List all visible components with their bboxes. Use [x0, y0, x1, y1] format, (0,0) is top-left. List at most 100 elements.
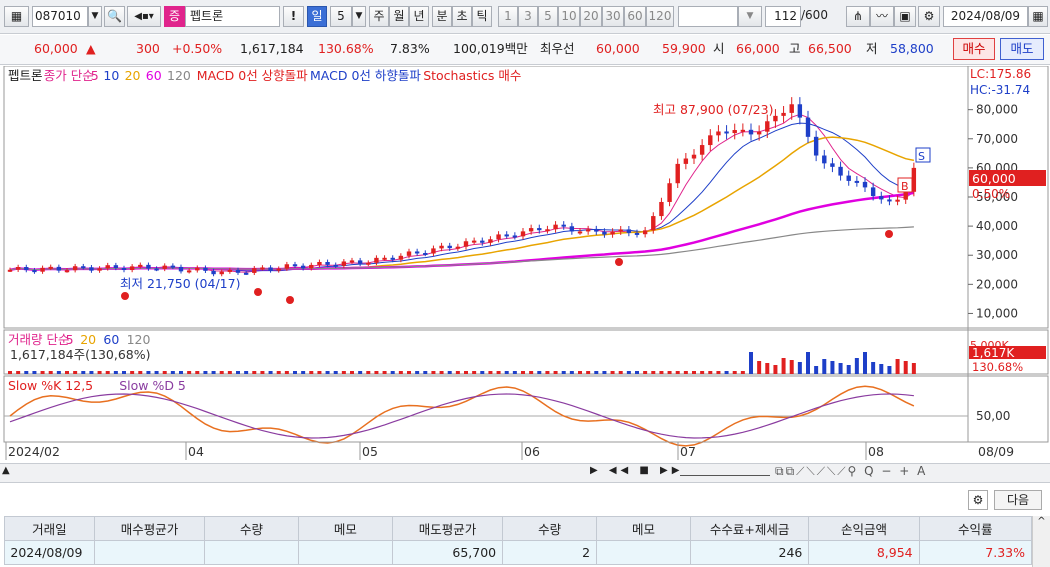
candle — [789, 104, 794, 113]
buy-button[interactable]: 매수 — [953, 38, 995, 60]
col-header-7[interactable]: 수수료+제세금 — [689, 516, 810, 541]
tick-dropdown-icon[interactable]: ▼ — [738, 6, 762, 27]
volume-bar — [830, 361, 835, 374]
code-dropdown-icon[interactable]: ▼ — [88, 6, 102, 27]
indicator-icon[interactable]: ⋔ — [846, 6, 870, 27]
volume-bar — [244, 371, 249, 374]
volume-bar — [716, 371, 721, 374]
candle — [32, 270, 37, 273]
candle — [496, 234, 501, 240]
volume-bar — [24, 371, 29, 374]
x-tick-label: 04 — [188, 444, 204, 459]
volume-bar — [618, 371, 623, 374]
trade-history-table: 거래일 매수평균가 수량 메모 매도평균가 수량 메모 수수료+제세금 손익금액 수익률 2024… — [4, 516, 1033, 565]
candle — [748, 129, 754, 135]
cell-0: 2024/08/09 — [4, 540, 95, 565]
collapse-icon[interactable]: ▲ — [2, 465, 10, 476]
tick-5[interactable]: 5 — [538, 6, 558, 27]
volume-bar — [309, 371, 314, 374]
volume-bar — [521, 371, 525, 374]
volume-bar — [626, 371, 631, 374]
chart-area[interactable]: 10,000 20,000 30,000 40,000 50,000 60,000 70,0… — [0, 66, 1050, 462]
volume-bar — [740, 371, 745, 374]
signal-dot — [615, 258, 623, 266]
tick-30[interactable]: 30 — [602, 6, 624, 27]
cell-1 — [93, 540, 206, 565]
volume-bar — [911, 363, 916, 374]
candle — [569, 226, 575, 232]
period-minute[interactable]: 분 — [432, 6, 452, 27]
candle — [659, 201, 664, 217]
candle — [822, 155, 827, 164]
search-icon[interactable]: 🔍 — [104, 6, 125, 27]
code-input[interactable]: 087010 — [32, 6, 88, 27]
period-day-tab[interactable]: 일 — [307, 6, 327, 27]
tick-20[interactable]: 20 — [580, 6, 602, 27]
alert-button[interactable]: ! — [283, 6, 304, 27]
draw-icon[interactable]: 〰 — [870, 6, 894, 27]
volume-bar — [643, 371, 648, 374]
drawing-tools-icon[interactable]: ⧉⧉⟋⟍⟋⟍⟋⚲ Q − + A — [775, 464, 927, 479]
period-dropdown-icon[interactable]: ▼ — [352, 6, 366, 27]
period-num[interactable]: 5 — [330, 6, 352, 27]
col-header-6[interactable]: 메모 — [596, 516, 691, 541]
tick-1[interactable]: 1 — [498, 6, 518, 27]
stock-name[interactable]: 펩트론 — [185, 6, 280, 27]
next-button[interactable]: 다음 — [994, 490, 1042, 510]
candle — [447, 245, 452, 249]
candle — [349, 260, 355, 263]
col-header-3[interactable]: 메모 — [297, 516, 393, 541]
menu-icon[interactable]: ▦ — [4, 6, 29, 27]
col-header-4[interactable]: 매도평균가 — [391, 516, 504, 541]
candle — [276, 268, 281, 271]
period-month[interactable]: 월 — [389, 6, 409, 27]
volume-bar — [480, 371, 485, 374]
date-input[interactable]: 2024/08/09 — [943, 6, 1028, 27]
period-week[interactable]: 주 — [369, 6, 389, 27]
col-header-9[interactable]: 수익률 — [918, 516, 1033, 541]
col-header-1[interactable]: 매수평균가 — [93, 516, 206, 541]
count-input[interactable]: 112 — [765, 6, 801, 27]
tick-custom-input[interactable] — [678, 6, 738, 27]
gear-icon[interactable]: ⚙ — [918, 6, 940, 27]
playback-controls[interactable]: ▶ ◀◀ ■ ▶▶ — [590, 465, 683, 476]
volume-bar — [635, 371, 639, 374]
zoom-slider[interactable] — [680, 466, 770, 476]
candle — [414, 251, 420, 254]
save-icon[interactable]: ▣ — [894, 6, 916, 27]
tick-120[interactable]: 120 — [646, 6, 674, 27]
volume-bar — [447, 371, 452, 374]
candle — [439, 245, 444, 249]
sound-icon[interactable]: ◀▪▾ — [127, 6, 161, 27]
tick-10[interactable]: 10 — [558, 6, 580, 27]
calendar-icon[interactable]: ▦ — [1028, 6, 1048, 27]
x-tick-label: 2024/02 — [8, 444, 60, 459]
volume-bar — [203, 371, 208, 374]
sell-button[interactable]: 매도 — [1000, 38, 1044, 60]
volume-bar — [227, 371, 232, 374]
lc-label: LC:175.86 — [970, 67, 1031, 81]
price-change-pct: +0.50% — [172, 41, 223, 56]
legend-item: 10 — [103, 68, 119, 83]
col-header-2[interactable]: 수량 — [204, 516, 299, 541]
period-second[interactable]: 초 — [452, 6, 472, 27]
scrollbar[interactable]: ^ — [1032, 516, 1050, 567]
period-tick[interactable]: 틱 — [472, 6, 492, 27]
col-header-0[interactable]: 거래일 — [4, 516, 95, 541]
volume-bar — [871, 362, 876, 374]
volume-bar — [814, 366, 819, 374]
volume-bar — [187, 371, 192, 374]
period-year[interactable]: 년 — [409, 6, 429, 27]
tick-3[interactable]: 3 — [518, 6, 538, 27]
volume-bar — [586, 371, 591, 374]
volume-bar — [879, 364, 884, 374]
legend-item: 20 — [125, 68, 141, 83]
volume-bar — [455, 371, 460, 374]
volume-bar — [374, 371, 379, 374]
tick-60[interactable]: 60 — [624, 6, 646, 27]
col-header-8[interactable]: 손익금액 — [808, 516, 920, 541]
col-header-5[interactable]: 수량 — [502, 516, 598, 541]
settings-gear-icon[interactable]: ⚙ — [968, 490, 988, 510]
candle — [862, 181, 868, 188]
volume-bar — [341, 371, 346, 374]
